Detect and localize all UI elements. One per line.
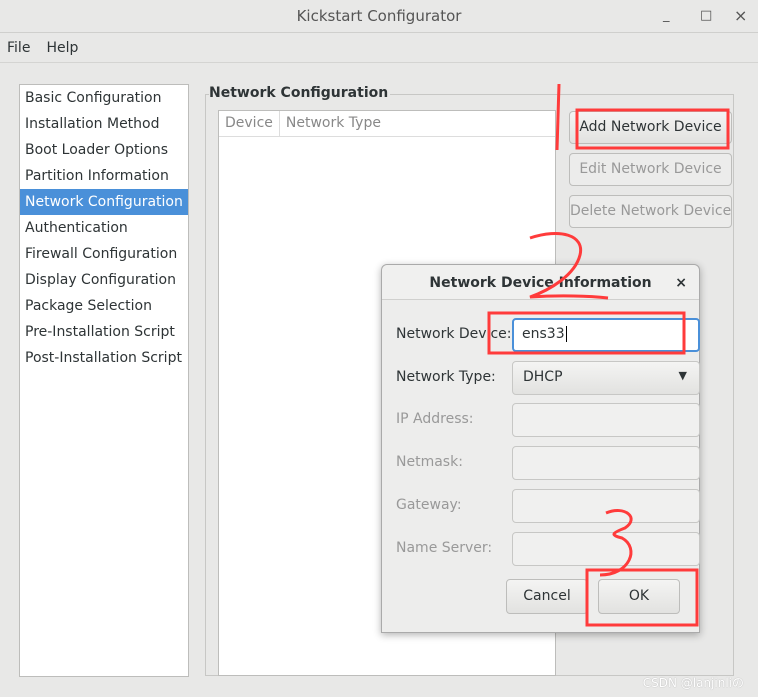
ip-address-label: IP Address: (396, 411, 474, 427)
chevron-down-icon: ▼ (678, 369, 687, 382)
network-type-value: DHCP (523, 369, 563, 385)
network-type-select[interactable]: DHCP ▼ (512, 361, 700, 395)
sidebar-item-display[interactable]: Display Configuration (20, 267, 188, 293)
name-server-label: Name Server: (396, 540, 493, 556)
network-type-label: Network Type: (396, 369, 496, 385)
edit-network-device-button[interactable]: Edit Network Device (569, 153, 732, 186)
sidebar-item-partition[interactable]: Partition Information (20, 163, 188, 189)
sidebar-item-packages[interactable]: Package Selection (20, 293, 188, 319)
menu-help[interactable]: Help (46, 40, 78, 56)
sidebar-item-basic[interactable]: Basic Configuration (20, 85, 188, 111)
sidebar-item-bootloader[interactable]: Boot Loader Options (20, 137, 188, 163)
netmask-label: Netmask: (396, 454, 463, 470)
gateway-label: Gateway: (396, 497, 462, 513)
netmask-input[interactable] (512, 446, 700, 480)
sidebar-item-network[interactable]: Network Configuration (20, 189, 188, 215)
network-device-label: Network Device: (396, 326, 512, 342)
sidebar-item-post-script[interactable]: Post-Installation Script (20, 345, 188, 371)
sidebar-item-authentication[interactable]: Authentication (20, 215, 188, 241)
column-network-type[interactable]: Network Type (280, 111, 387, 136)
network-device-input[interactable]: ens33 (512, 318, 700, 352)
delete-network-device-button[interactable]: Delete Network Device (569, 195, 732, 228)
ip-address-input[interactable] (512, 403, 700, 437)
close-button[interactable]: × (734, 0, 747, 32)
sidebar-item-firewall[interactable]: Firewall Configuration (20, 241, 188, 267)
minimize-button[interactable]: _ (663, 0, 670, 32)
sidebar: Basic Configuration Installation Method … (19, 84, 189, 677)
name-server-input[interactable] (512, 532, 700, 566)
window-title: Kickstart Configurator (296, 7, 462, 25)
network-device-dialog: Network Device Information × Network Devi… (381, 264, 700, 633)
ok-button[interactable]: OK (598, 579, 680, 614)
cancel-button[interactable]: Cancel (506, 579, 588, 614)
title-bar: Kickstart Configurator _ □ × (0, 0, 758, 33)
section-title: Network Configuration (209, 85, 391, 101)
dialog-close-icon[interactable]: × (675, 265, 687, 301)
sidebar-item-pre-script[interactable]: Pre-Installation Script (20, 319, 188, 345)
menu-bar: File Help (0, 33, 758, 63)
maximize-button[interactable]: □ (700, 0, 712, 32)
add-network-device-button[interactable]: Add Network Device (569, 111, 732, 144)
menu-file[interactable]: File (7, 40, 30, 56)
watermark: CSDN @lanjinliの (642, 676, 744, 690)
sidebar-item-installation[interactable]: Installation Method (20, 111, 188, 137)
dialog-title: Network Device Information (429, 275, 652, 291)
network-device-value: ens33 (522, 326, 565, 342)
gateway-input[interactable] (512, 489, 700, 523)
column-device[interactable]: Device (219, 111, 280, 136)
